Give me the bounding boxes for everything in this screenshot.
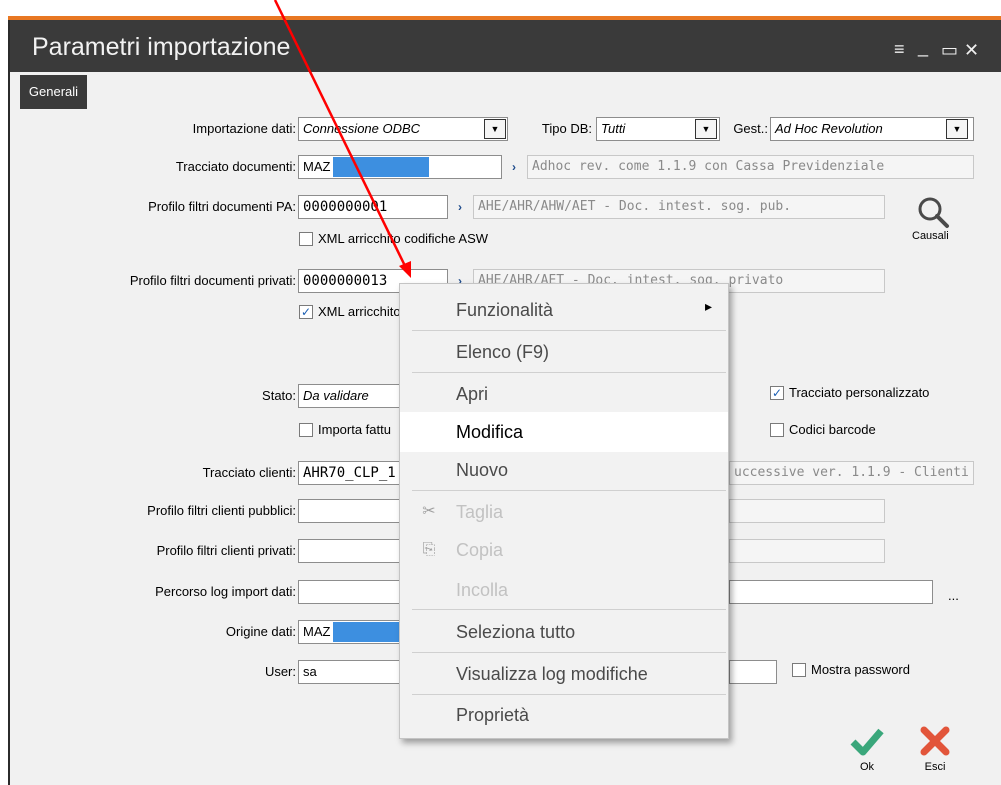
- annotation-arrow-icon: [273, 0, 411, 278]
